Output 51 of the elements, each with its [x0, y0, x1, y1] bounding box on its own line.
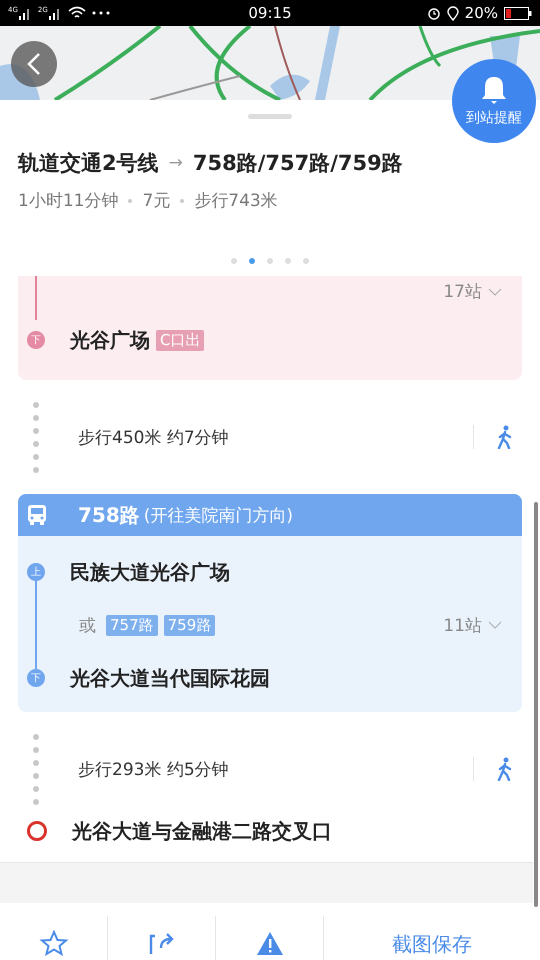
- page-dot[interactable]: [231, 258, 237, 264]
- stop-count-toggle[interactable]: 17站: [443, 276, 502, 307]
- chevron-down-icon: [488, 621, 502, 629]
- bus-direction: (开往美院南门方向): [144, 504, 294, 526]
- page-dot[interactable]: [249, 258, 255, 264]
- alight-marker: 下: [27, 331, 45, 349]
- stop-count-toggle[interactable]: 11站: [443, 610, 502, 640]
- page-dot[interactable]: [303, 258, 309, 264]
- route-summary-item: 步行743米: [194, 190, 278, 212]
- bus-icon: [26, 504, 48, 526]
- battery-percent: 20%: [464, 4, 498, 22]
- walking-person-icon[interactable]: [496, 425, 514, 449]
- separator-dot: [128, 198, 132, 202]
- drag-handle[interactable]: [248, 114, 292, 119]
- clock-time: 09:15: [248, 4, 292, 22]
- alarm-icon: [426, 6, 441, 20]
- walk-instruction: 步行450米 约7分钟: [78, 426, 230, 448]
- signal-icon: [18, 6, 32, 20]
- destination-marker: [27, 821, 47, 841]
- alternative-line-tag: 759路: [164, 614, 216, 636]
- chevron-down-icon: [488, 288, 502, 296]
- route-summary-item: 7元: [142, 190, 170, 212]
- bus-line-header[interactable]: 758路 (开往美院南门方向): [18, 494, 522, 536]
- location-icon: [446, 6, 459, 20]
- destination-name: 光谷大道与金融港二路交叉口: [72, 818, 332, 844]
- alight-marker: 下: [27, 669, 45, 687]
- signal-icon: [48, 6, 62, 20]
- alternative-line-tag: 757路: [106, 614, 158, 636]
- exit-tag: C口出: [156, 330, 204, 350]
- route-summary-item: 1小时11分钟: [18, 190, 118, 212]
- stop-name: 光谷大道当代国际花园: [70, 664, 270, 692]
- warning-icon: [254, 930, 284, 956]
- battery-icon: [504, 6, 532, 20]
- walking-person-icon[interactable]: [496, 757, 514, 781]
- walk-instruction: 步行293米 约5分钟: [78, 758, 230, 780]
- star-icon: [38, 930, 68, 956]
- alternative-label: 或: [79, 614, 96, 636]
- route-lines: 758路/757路/759路: [192, 150, 403, 177]
- stop-name: 民族大道光谷广场: [70, 558, 230, 586]
- more-icon: [92, 11, 110, 15]
- page-dot[interactable]: [285, 258, 291, 264]
- wifi-icon: [68, 6, 86, 20]
- back-chevron-icon: [27, 52, 41, 76]
- arrow-glyph: →: [168, 153, 183, 173]
- route-origin: 轨道交通2号线: [18, 150, 159, 177]
- bell-icon: [481, 75, 507, 105]
- page-dot[interactable]: [267, 258, 273, 264]
- bus-line-name: 758路: [78, 502, 140, 528]
- board-marker: 上: [27, 563, 45, 581]
- separator-dot: [180, 198, 184, 202]
- station-name: 光谷广场: [70, 326, 150, 354]
